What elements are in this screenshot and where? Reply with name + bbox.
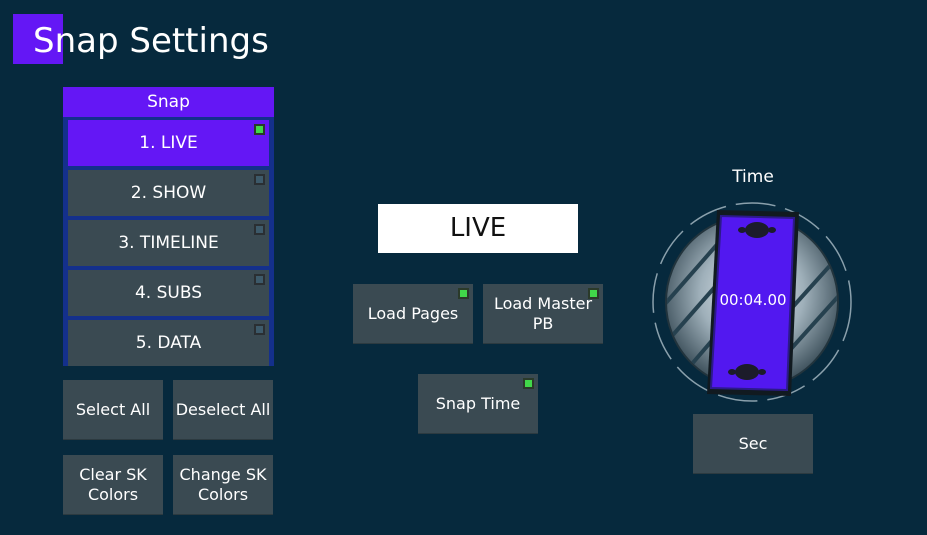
snap-item-label: 4. SUBS: [134, 283, 202, 303]
load-master-label-line2: PB: [532, 313, 554, 333]
indicator-on-icon: [458, 288, 469, 299]
load-pages-label: Load Pages: [367, 303, 459, 323]
change-sk-colors-button[interactable]: Change SK Colors: [173, 455, 273, 515]
clear-sk-colors-button[interactable]: Clear SK Colors: [63, 455, 163, 515]
snap-item-label: 1. LIVE: [139, 133, 198, 153]
snap-list-header: Snap: [63, 87, 274, 117]
indicator-on-icon: [254, 124, 265, 135]
snap-item-label: 3. TIMELINE: [118, 233, 219, 253]
clear-sk-colors-label-line2: Colors: [87, 484, 139, 504]
snap-time-label: Snap Time: [435, 393, 521, 413]
snap-item-live[interactable]: 1. LIVE: [68, 120, 269, 166]
snap-time-button[interactable]: Snap Time: [418, 374, 538, 434]
time-unit-label: Sec: [738, 433, 768, 453]
load-pages-button[interactable]: Load Pages: [353, 284, 473, 344]
change-sk-colors-label-line2: Colors: [197, 484, 249, 504]
indicator-off-icon: [254, 274, 265, 285]
indicator-on-icon: [523, 378, 534, 389]
snap-item-subs[interactable]: 4. SUBS: [68, 270, 269, 316]
snap-item-label: 5. DATA: [135, 333, 202, 353]
selected-snap-display: LIVE: [378, 204, 578, 253]
load-master-label-line1: Load Master: [493, 293, 593, 313]
select-all-label: Select All: [75, 399, 151, 419]
snap-item-show[interactable]: 2. SHOW: [68, 170, 269, 216]
load-master-pb-button[interactable]: Load Master PB: [483, 284, 603, 344]
select-all-button[interactable]: Select All: [63, 380, 163, 440]
deselect-all-button[interactable]: Deselect All: [173, 380, 273, 440]
time-value: 00:04.00: [719, 291, 787, 309]
deselect-all-label: Deselect All: [175, 399, 271, 419]
page-title: Snap Settings: [33, 21, 269, 61]
time-label: Time: [732, 167, 774, 187]
indicator-off-icon: [254, 324, 265, 335]
time-unit-button[interactable]: Sec: [693, 414, 813, 474]
snap-item-data[interactable]: 5. DATA: [68, 320, 269, 366]
clear-sk-colors-label-line1: Clear SK: [79, 464, 147, 484]
indicator-on-icon: [588, 288, 599, 299]
change-sk-colors-label-line1: Change SK: [179, 464, 267, 484]
snap-item-label: 2. SHOW: [130, 183, 207, 203]
snap-item-timeline[interactable]: 3. TIMELINE: [68, 220, 269, 266]
indicator-off-icon: [254, 224, 265, 235]
indicator-off-icon: [254, 174, 265, 185]
